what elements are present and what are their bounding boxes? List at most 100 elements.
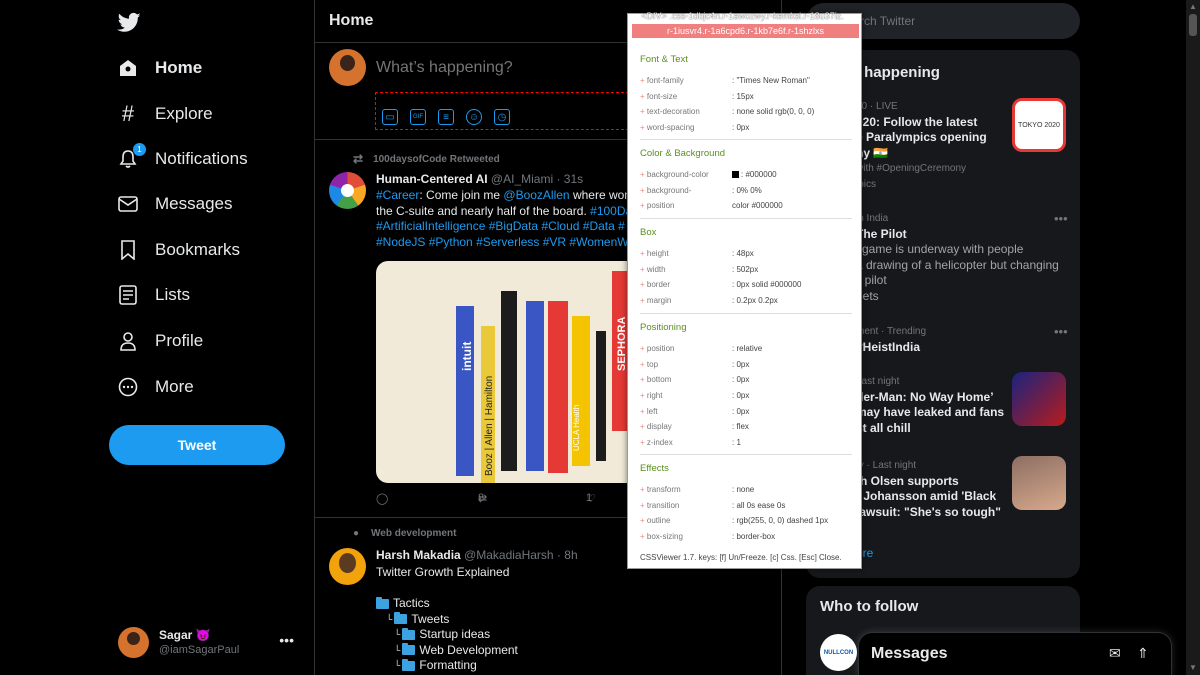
schedule-icon[interactable]: ◷	[494, 109, 510, 125]
tree-branch: └	[394, 629, 401, 639]
avatar[interactable]	[329, 172, 366, 209]
css-row: outline: rgb(255, 0, 0) dashed 1px	[640, 513, 852, 529]
trend-item[interactable]: ment · Trending yHeistIndia	[856, 324, 1066, 355]
author-handle[interactable]: @AI_Miami	[491, 172, 553, 186]
css-value: : 0px	[732, 391, 750, 401]
more-circle-icon	[117, 376, 139, 398]
hashtag-icon: #	[121, 101, 135, 126]
scroll-up-icon[interactable]: ▲	[1189, 2, 1197, 11]
topic-label[interactable]: Web development	[371, 528, 456, 539]
nav-explore[interactable]: # Explore	[117, 94, 213, 134]
css-value: : 0.2px 0.2px	[732, 296, 778, 306]
tweet-button[interactable]: Tweet	[109, 425, 285, 465]
more-dots-icon[interactable]: •••	[279, 632, 294, 648]
css-row: position: relative	[640, 341, 852, 357]
trend-thumbnail[interactable]	[1012, 456, 1066, 510]
divider	[640, 454, 852, 455]
hashtag-link[interactable]: #100Da	[590, 204, 632, 218]
twitter-logo-icon[interactable]	[117, 10, 141, 34]
more-dots-icon[interactable]: •••	[1054, 211, 1068, 226]
css-value: : 1	[732, 437, 741, 447]
css-prop: background-	[640, 186, 732, 195]
scrollbar-thumb[interactable]	[1189, 14, 1197, 36]
trend-meta: ment · Trending	[856, 326, 927, 337]
nav-more-label: More	[155, 377, 194, 396]
folder-icon	[394, 612, 408, 625]
css-value: : 502px	[732, 264, 759, 274]
cssviewer-header: r-1iusvr4.r-1a6cpd6.r-1kb7e6f.r-1shzlxs	[632, 24, 859, 38]
poll-icon[interactable]: ≡	[438, 109, 454, 125]
account-switcher[interactable]: Sagar 😈 @iamSagarPaul •••	[118, 624, 298, 660]
css-prop: right	[640, 391, 732, 400]
css-row: font-size: 15px	[640, 89, 852, 105]
who-to-follow-title: Who to follow	[820, 598, 919, 615]
compose-input[interactable]	[376, 59, 626, 77]
tree-branch: └	[394, 644, 401, 655]
avatar-text: NULLCON	[823, 649, 854, 656]
avatar[interactable]	[329, 548, 366, 585]
nav-lists[interactable]: Lists	[117, 275, 190, 315]
tree-branch: └	[394, 660, 401, 670]
like-button[interactable]: ♡ 1	[586, 492, 596, 505]
css-row: top: 0px	[640, 357, 852, 373]
reply-icon[interactable]: ◯	[376, 492, 388, 505]
css-value: : #000000	[741, 170, 777, 180]
emoji-icon[interactable]: ☺	[466, 109, 482, 125]
more-dots-icon[interactable]: •••	[1054, 324, 1068, 339]
css-prop: font-family	[640, 76, 732, 85]
nav-more[interactable]: More	[117, 367, 194, 407]
trend-thumbnail[interactable]: TOKYO 2020	[1012, 98, 1066, 152]
css-value: : flex	[732, 422, 749, 432]
gif-icon[interactable]: GIF	[410, 109, 426, 125]
nav-notifications-label: Notifications	[155, 149, 248, 168]
hashtag-link[interactable]: #Career	[376, 188, 419, 202]
messages-drawer[interactable]: Messages ✉ ⇑	[858, 632, 1172, 675]
nav-explore-label: Explore	[155, 104, 213, 123]
nav-profile[interactable]: Profile	[117, 321, 203, 361]
cssviewer-section-box: Box height: 48px width: 502px border: 0p…	[640, 218, 852, 309]
scroll-down-icon[interactable]: ▼	[1189, 663, 1197, 672]
trend-item[interactable]: in India The Pilot i game is underway wi…	[856, 211, 1066, 304]
author-name[interactable]: Harsh Makadia	[376, 548, 461, 562]
author-name[interactable]: Human-Centered AI	[376, 172, 488, 186]
css-row: transition: all 0s ease 0s	[640, 498, 852, 514]
nav-home[interactable]: Home	[117, 48, 202, 88]
new-message-icon[interactable]: ✉	[1109, 645, 1127, 663]
css-value: : 0px	[732, 359, 750, 369]
avatar[interactable]: NULLCON	[820, 634, 857, 671]
css-row: margin: 0.2px 0.2px	[640, 293, 852, 309]
trend-title: 020: Follow the latest e Paralympics ope…	[856, 114, 987, 160]
css-row: width: 502px	[640, 262, 852, 278]
author-handle[interactable]: @MakadiaHarsh	[464, 548, 554, 562]
tweet-header: Harsh Makadia @MakadiaHarsh · 8h	[376, 548, 578, 562]
tree-label: Startup ideas	[419, 627, 491, 641]
section-title: Font & Text	[640, 54, 688, 65]
css-row: border: 0px solid #000000	[640, 277, 852, 293]
css-prop: word-spacing	[640, 123, 732, 132]
tweet-time[interactable]: · 31s	[556, 172, 583, 186]
section-title: Box	[640, 227, 657, 238]
list-item: └ Startup ideas	[394, 627, 518, 643]
css-prop: display	[640, 422, 732, 431]
css-value: : relative	[732, 344, 763, 354]
css-prop: box-sizing	[640, 532, 732, 541]
scrollbar[interactable]: ▲ ▼	[1186, 0, 1200, 675]
css-value: : none solid rgb(0, 0, 0)	[732, 107, 815, 117]
nav-bookmarks[interactable]: Bookmarks	[117, 230, 240, 270]
nav-notifications[interactable]: 1 Notifications	[117, 139, 248, 179]
tweet-time[interactable]: · 8h	[557, 548, 578, 562]
retweet-button[interactable]: ⇄ 8	[478, 492, 487, 505]
expand-icon[interactable]: ⇑	[1137, 645, 1155, 663]
folder-icon	[402, 627, 416, 640]
left-sidebar: Home # Explore 1 Notifications Messages …	[0, 0, 314, 675]
image-icon[interactable]: ▭	[382, 109, 398, 125]
topic-icon: ●	[353, 528, 360, 539]
trend-thumbnail[interactable]	[1012, 372, 1066, 426]
image-caption: Booz | Allen | Hamilton	[484, 375, 495, 476]
trend-meta: in India	[856, 213, 889, 224]
mention-link[interactable]: @BoozAllen	[503, 188, 569, 202]
trend-title: th Olsen supports t Johansson amid 'Blac…	[856, 473, 1001, 519]
css-value: : rgb(255, 0, 0) dashed 1px	[732, 516, 829, 526]
css-value: : all 0s ease 0s	[732, 500, 786, 510]
nav-messages[interactable]: Messages	[117, 184, 232, 224]
